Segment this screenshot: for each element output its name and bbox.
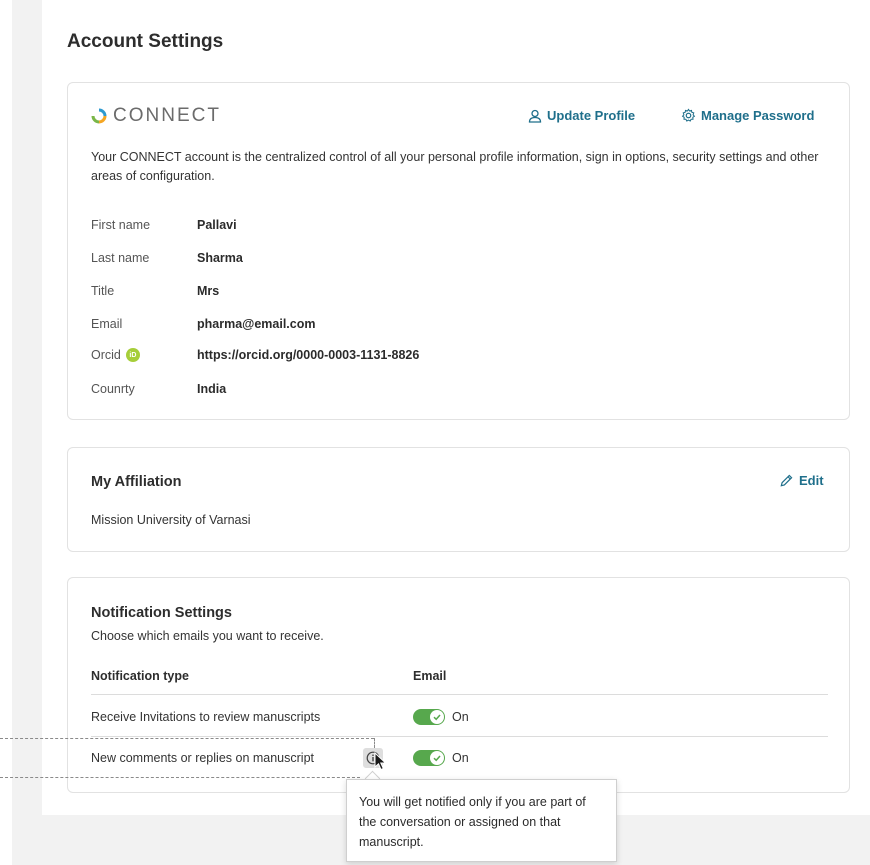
field-label: Last name bbox=[91, 251, 150, 265]
field-value: Mrs bbox=[197, 284, 220, 298]
field-orcid: Orcid iD https://orcid.org/0000-0003-113… bbox=[91, 348, 419, 362]
toggle-state: On bbox=[452, 751, 469, 765]
annotation-dashed-line bbox=[0, 777, 360, 778]
manage-password-label: Manage Password bbox=[701, 108, 815, 123]
notification-subtitle: Choose which emails you want to receive. bbox=[91, 629, 324, 643]
user-icon bbox=[528, 109, 542, 123]
column-header-type: Notification type bbox=[91, 669, 189, 683]
field-value: Sharma bbox=[197, 251, 243, 265]
edit-affiliation-button[interactable]: Edit bbox=[779, 473, 824, 488]
info-tooltip: You will get notified only if you are pa… bbox=[346, 779, 617, 862]
row-divider bbox=[91, 736, 828, 737]
affiliation-name: Mission University of Varnasi bbox=[91, 513, 251, 527]
comments-email-toggle[interactable]: On bbox=[413, 750, 469, 766]
field-email: Email pharma@email.com bbox=[91, 317, 315, 331]
toggle-state: On bbox=[452, 710, 469, 724]
field-value: pharma@email.com bbox=[197, 317, 316, 331]
page-title: Account Settings bbox=[67, 31, 224, 52]
field-value: https://orcid.org/0000-0003-1131-8826 bbox=[197, 348, 420, 362]
column-header-email: Email bbox=[413, 669, 447, 683]
field-value: India bbox=[197, 382, 227, 396]
header-divider bbox=[91, 694, 828, 695]
connect-logo-icon bbox=[91, 108, 107, 124]
update-profile-button[interactable]: Update Profile bbox=[528, 108, 635, 123]
field-value: Pallavi bbox=[197, 218, 237, 232]
connect-intro-text: Your CONNECT account is the centralized … bbox=[91, 150, 819, 183]
manage-password-button[interactable]: Manage Password bbox=[681, 108, 814, 123]
check-icon bbox=[430, 751, 444, 765]
field-label: Email bbox=[91, 317, 123, 331]
edit-label: Edit bbox=[799, 473, 824, 488]
toggle-track bbox=[413, 750, 445, 766]
annotation-dashed-line bbox=[374, 738, 375, 748]
field-last-name: Last name Sharma bbox=[91, 251, 243, 265]
field-label: Orcid bbox=[91, 348, 121, 362]
toggle-track bbox=[413, 709, 445, 725]
field-country: Counrty India bbox=[91, 382, 226, 396]
left-gutter bbox=[0, 0, 12, 865]
gear-icon bbox=[681, 108, 696, 122]
check-icon bbox=[430, 710, 444, 724]
annotation-dashed-line bbox=[0, 738, 374, 739]
field-label: Title bbox=[91, 284, 115, 298]
field-label: Counrty bbox=[91, 382, 135, 396]
field-label: First name bbox=[91, 218, 151, 232]
affiliation-title: My Affiliation bbox=[91, 474, 182, 490]
pencil-icon bbox=[780, 474, 793, 487]
notification-row-label: Receive Invitations to review manuscript… bbox=[91, 710, 321, 724]
connect-brand-name: CONNECT bbox=[113, 105, 221, 126]
update-profile-label: Update Profile bbox=[547, 108, 636, 123]
invitations-email-toggle[interactable]: On bbox=[413, 709, 469, 725]
affiliation-card bbox=[67, 447, 850, 552]
orcid-icon: iD bbox=[125, 348, 140, 362]
connect-brand: CONNECT bbox=[91, 105, 221, 127]
field-label-wrap: Orcid iD bbox=[91, 348, 197, 362]
field-title: Title Mrs bbox=[91, 284, 219, 298]
mouse-cursor-icon bbox=[374, 752, 387, 771]
field-first-name: First name Pallavi bbox=[91, 218, 237, 232]
notification-row-label: New comments or replies on manuscript bbox=[91, 751, 314, 765]
notification-title: Notification Settings bbox=[91, 605, 232, 621]
